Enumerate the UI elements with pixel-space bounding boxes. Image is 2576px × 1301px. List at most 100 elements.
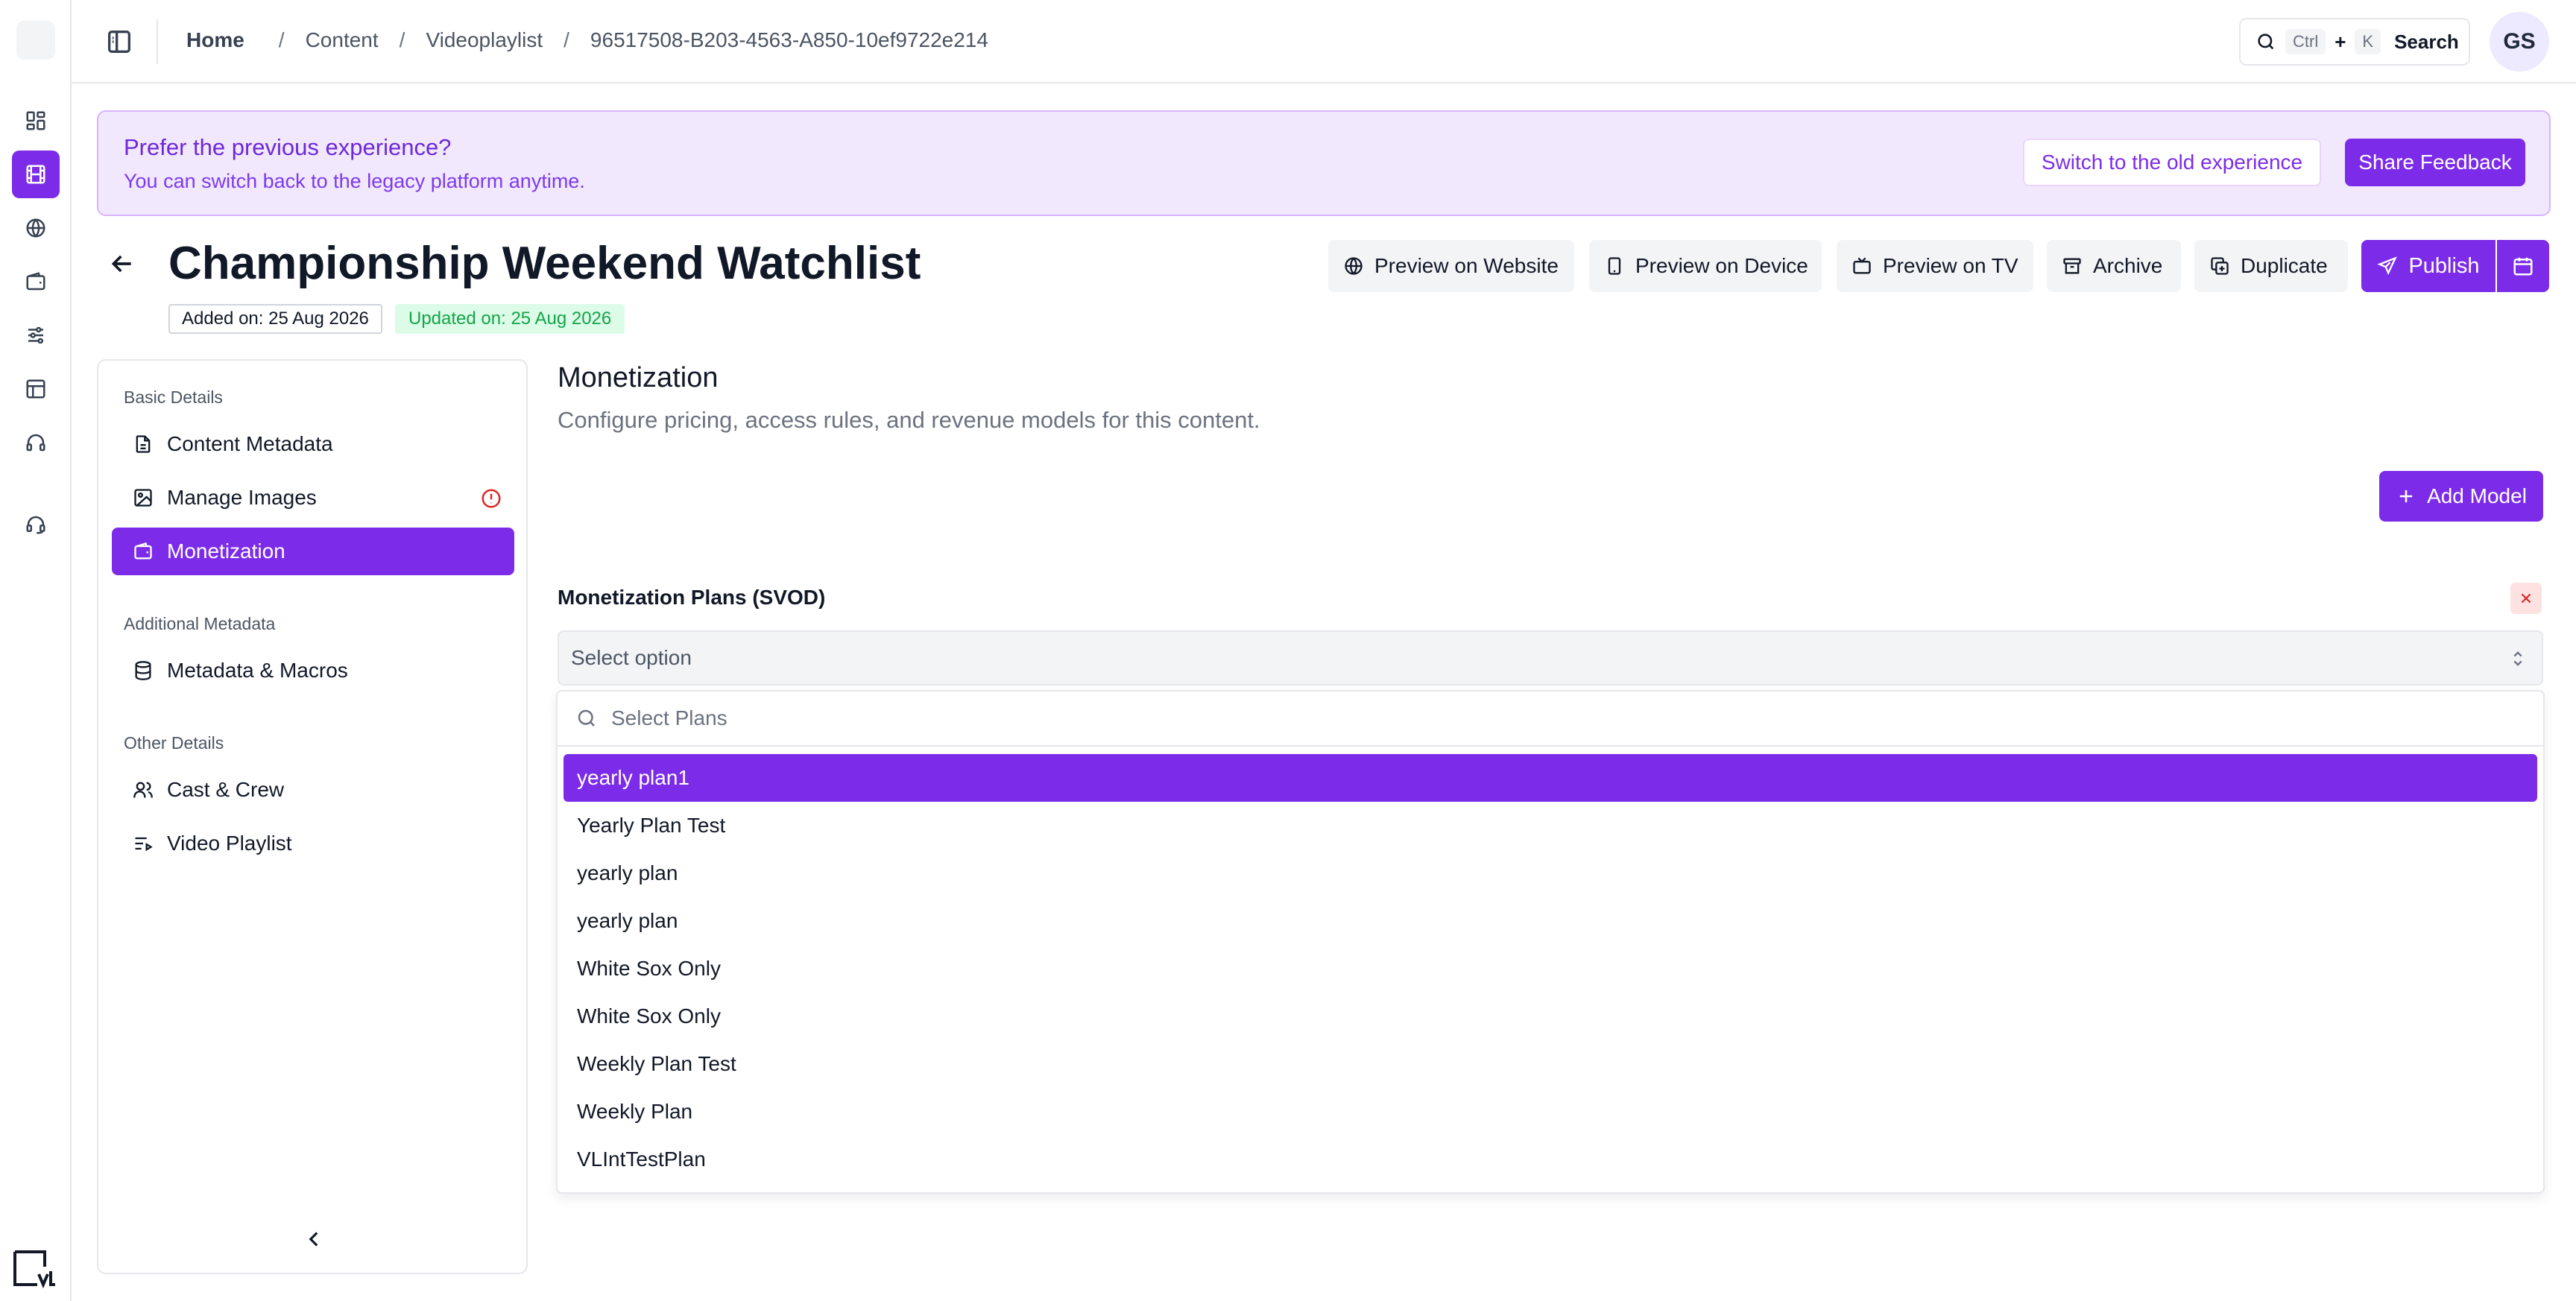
plans-option-list: yearly plan1 Yearly Plan Test yearly pla…	[564, 754, 2537, 1183]
calendar-icon	[2512, 255, 2534, 277]
plan-option[interactable]: White Sox Only	[564, 993, 2537, 1040]
switch-old-experience-button[interactable]: Switch to the old experience	[2023, 139, 2321, 186]
brand-logo-icon	[12, 1249, 57, 1291]
add-model-button[interactable]: Add Model	[2379, 471, 2543, 522]
top-bar: Home / Content / Videoplaylist / 9651750…	[72, 0, 2576, 83]
added-date-badge: Added on: 25 Aug 2026	[168, 304, 382, 334]
plans-search-input[interactable]	[611, 706, 2400, 730]
nav-item-label: Manage Images	[167, 486, 317, 509]
archive-button[interactable]: Archive	[2047, 240, 2181, 292]
preview-website-label: Preview on Website	[1374, 254, 1559, 277]
search-icon	[575, 707, 598, 729]
nav-item-content-metadata[interactable]: Content Metadata	[112, 420, 514, 468]
nav-group-additional: Additional Metadata	[124, 614, 276, 633]
nav-group-basic: Basic Details	[124, 387, 223, 407]
nav-item-cast-crew[interactable]: Cast & Crew	[112, 766, 514, 814]
banner-subtitle: You can switch back to the legacy platfo…	[124, 170, 585, 192]
duplicate-button[interactable]: Duplicate	[2194, 240, 2348, 292]
plan-option[interactable]: Yearly Plan Test	[564, 802, 2537, 849]
user-avatar[interactable]: GS	[2490, 12, 2549, 72]
preview-website-button[interactable]: Preview on Website	[1328, 240, 1574, 292]
wallet-icon	[133, 541, 154, 562]
search-label: Search	[2394, 30, 2459, 53]
nav-item-label: Metadata & Macros	[167, 659, 348, 682]
back-arrow-icon[interactable]	[107, 249, 137, 279]
banner-title: Prefer the previous experience?	[124, 134, 452, 160]
chevrons-up-down-icon	[2507, 648, 2528, 669]
image-icon	[133, 487, 154, 508]
duplicate-label: Duplicate	[2241, 254, 2328, 277]
smartphone-icon	[1604, 256, 1625, 276]
close-icon	[2518, 590, 2534, 607]
breadcrumb-separator: /	[399, 28, 405, 51]
headphones-icon[interactable]	[12, 419, 60, 466]
schedule-calendar-button[interactable]	[2497, 240, 2549, 292]
nav-item-label: Cast & Crew	[167, 778, 285, 801]
list-video-icon	[133, 833, 154, 854]
dropdown-search	[558, 691, 2543, 747]
layout-icon[interactable]	[12, 365, 60, 413]
globe-icon[interactable]	[12, 204, 60, 252]
alert-circle-icon	[480, 487, 502, 510]
globe-icon	[1343, 256, 1364, 276]
search-icon	[2255, 31, 2276, 52]
nav-item-manage-images[interactable]: Manage Images	[112, 474, 514, 522]
dashboard-icon[interactable]	[12, 97, 60, 145]
section-nav: Basic Details Content Metadata Manage Im…	[97, 359, 528, 1274]
collapse-chevron-left-icon[interactable]	[301, 1226, 326, 1252]
add-model-label: Add Model	[2427, 484, 2527, 507]
section-description: Configure pricing, access rules, and rev…	[558, 407, 1260, 433]
section-title: Monetization	[558, 362, 719, 393]
database-icon	[133, 660, 154, 681]
file-text-icon	[133, 434, 154, 455]
preview-device-button[interactable]: Preview on Device	[1589, 240, 1822, 292]
plan-option[interactable]: yearly plan	[564, 849, 2537, 897]
publish-button[interactable]: Publish	[2361, 240, 2496, 292]
plan-option[interactable]: yearly plan	[564, 897, 2537, 945]
breadcrumb-separator: /	[564, 28, 569, 51]
nav-item-video-playlist[interactable]: Video Playlist	[112, 820, 514, 867]
topbar-divider	[157, 19, 158, 64]
copy-plus-icon	[2209, 256, 2230, 276]
shortcut-plus: +	[2334, 30, 2346, 53]
breadcrumb-videoplaylist[interactable]: Videoplaylist	[426, 28, 543, 52]
breadcrumb: Home / Content / Videoplaylist / 9651750…	[186, 28, 988, 52]
app-logo[interactable]	[16, 21, 55, 60]
preview-device-label: Preview on Device	[1635, 254, 1808, 277]
preview-tv-label: Preview on TV	[1883, 254, 2018, 277]
breadcrumb-home[interactable]: Home	[186, 28, 244, 52]
nav-item-monetization[interactable]: Monetization	[112, 528, 514, 575]
remove-model-button[interactable]	[2510, 583, 2542, 614]
share-feedback-button[interactable]: Share Feedback	[2345, 139, 2525, 186]
select-value: Select option	[571, 646, 692, 669]
plan-option[interactable]: Weekly Plan	[564, 1088, 2537, 1136]
nav-item-metadata-macros[interactable]: Metadata & Macros	[112, 647, 514, 694]
breadcrumb-content[interactable]: Content	[306, 28, 379, 52]
preview-tv-button[interactable]: Preview on TV	[1837, 240, 2033, 292]
nav-item-label: Content Metadata	[167, 432, 333, 455]
plans-select[interactable]: Select option	[558, 630, 2543, 686]
sidebar-toggle-icon[interactable]	[104, 27, 134, 57]
plan-option[interactable]: VLIntTestPlan	[564, 1136, 2537, 1183]
send-icon	[2377, 256, 2398, 276]
breadcrumb-separator: /	[278, 28, 285, 51]
plus-icon	[2396, 486, 2416, 507]
users-icon	[133, 779, 154, 800]
plan-option[interactable]: yearly plan1	[564, 754, 2537, 802]
left-rail	[0, 0, 72, 1301]
legacy-banner: Prefer the previous experience? You can …	[97, 110, 2551, 216]
monetization-plans-label: Monetization Plans (SVOD)	[558, 586, 826, 609]
nav-item-label: Video Playlist	[167, 832, 292, 855]
shortcut-ctrl: Ctrl	[2285, 29, 2326, 54]
shortcut-k: K	[2355, 29, 2381, 54]
archive-label: Archive	[2093, 254, 2163, 277]
plan-option[interactable]: Weekly Plan Test	[564, 1040, 2537, 1088]
sliders-icon[interactable]	[12, 311, 60, 359]
wallet-icon[interactable]	[12, 258, 60, 306]
support-icon[interactable]	[12, 501, 60, 548]
page-title: Championship Weekend Watchlist	[168, 238, 921, 289]
search-button[interactable]: Ctrl + K Search	[2239, 18, 2470, 66]
plan-option[interactable]: White Sox Only	[564, 945, 2537, 993]
content-film-icon[interactable]	[12, 151, 60, 198]
updated-date-badge: Updated on: 25 Aug 2026	[395, 304, 625, 334]
